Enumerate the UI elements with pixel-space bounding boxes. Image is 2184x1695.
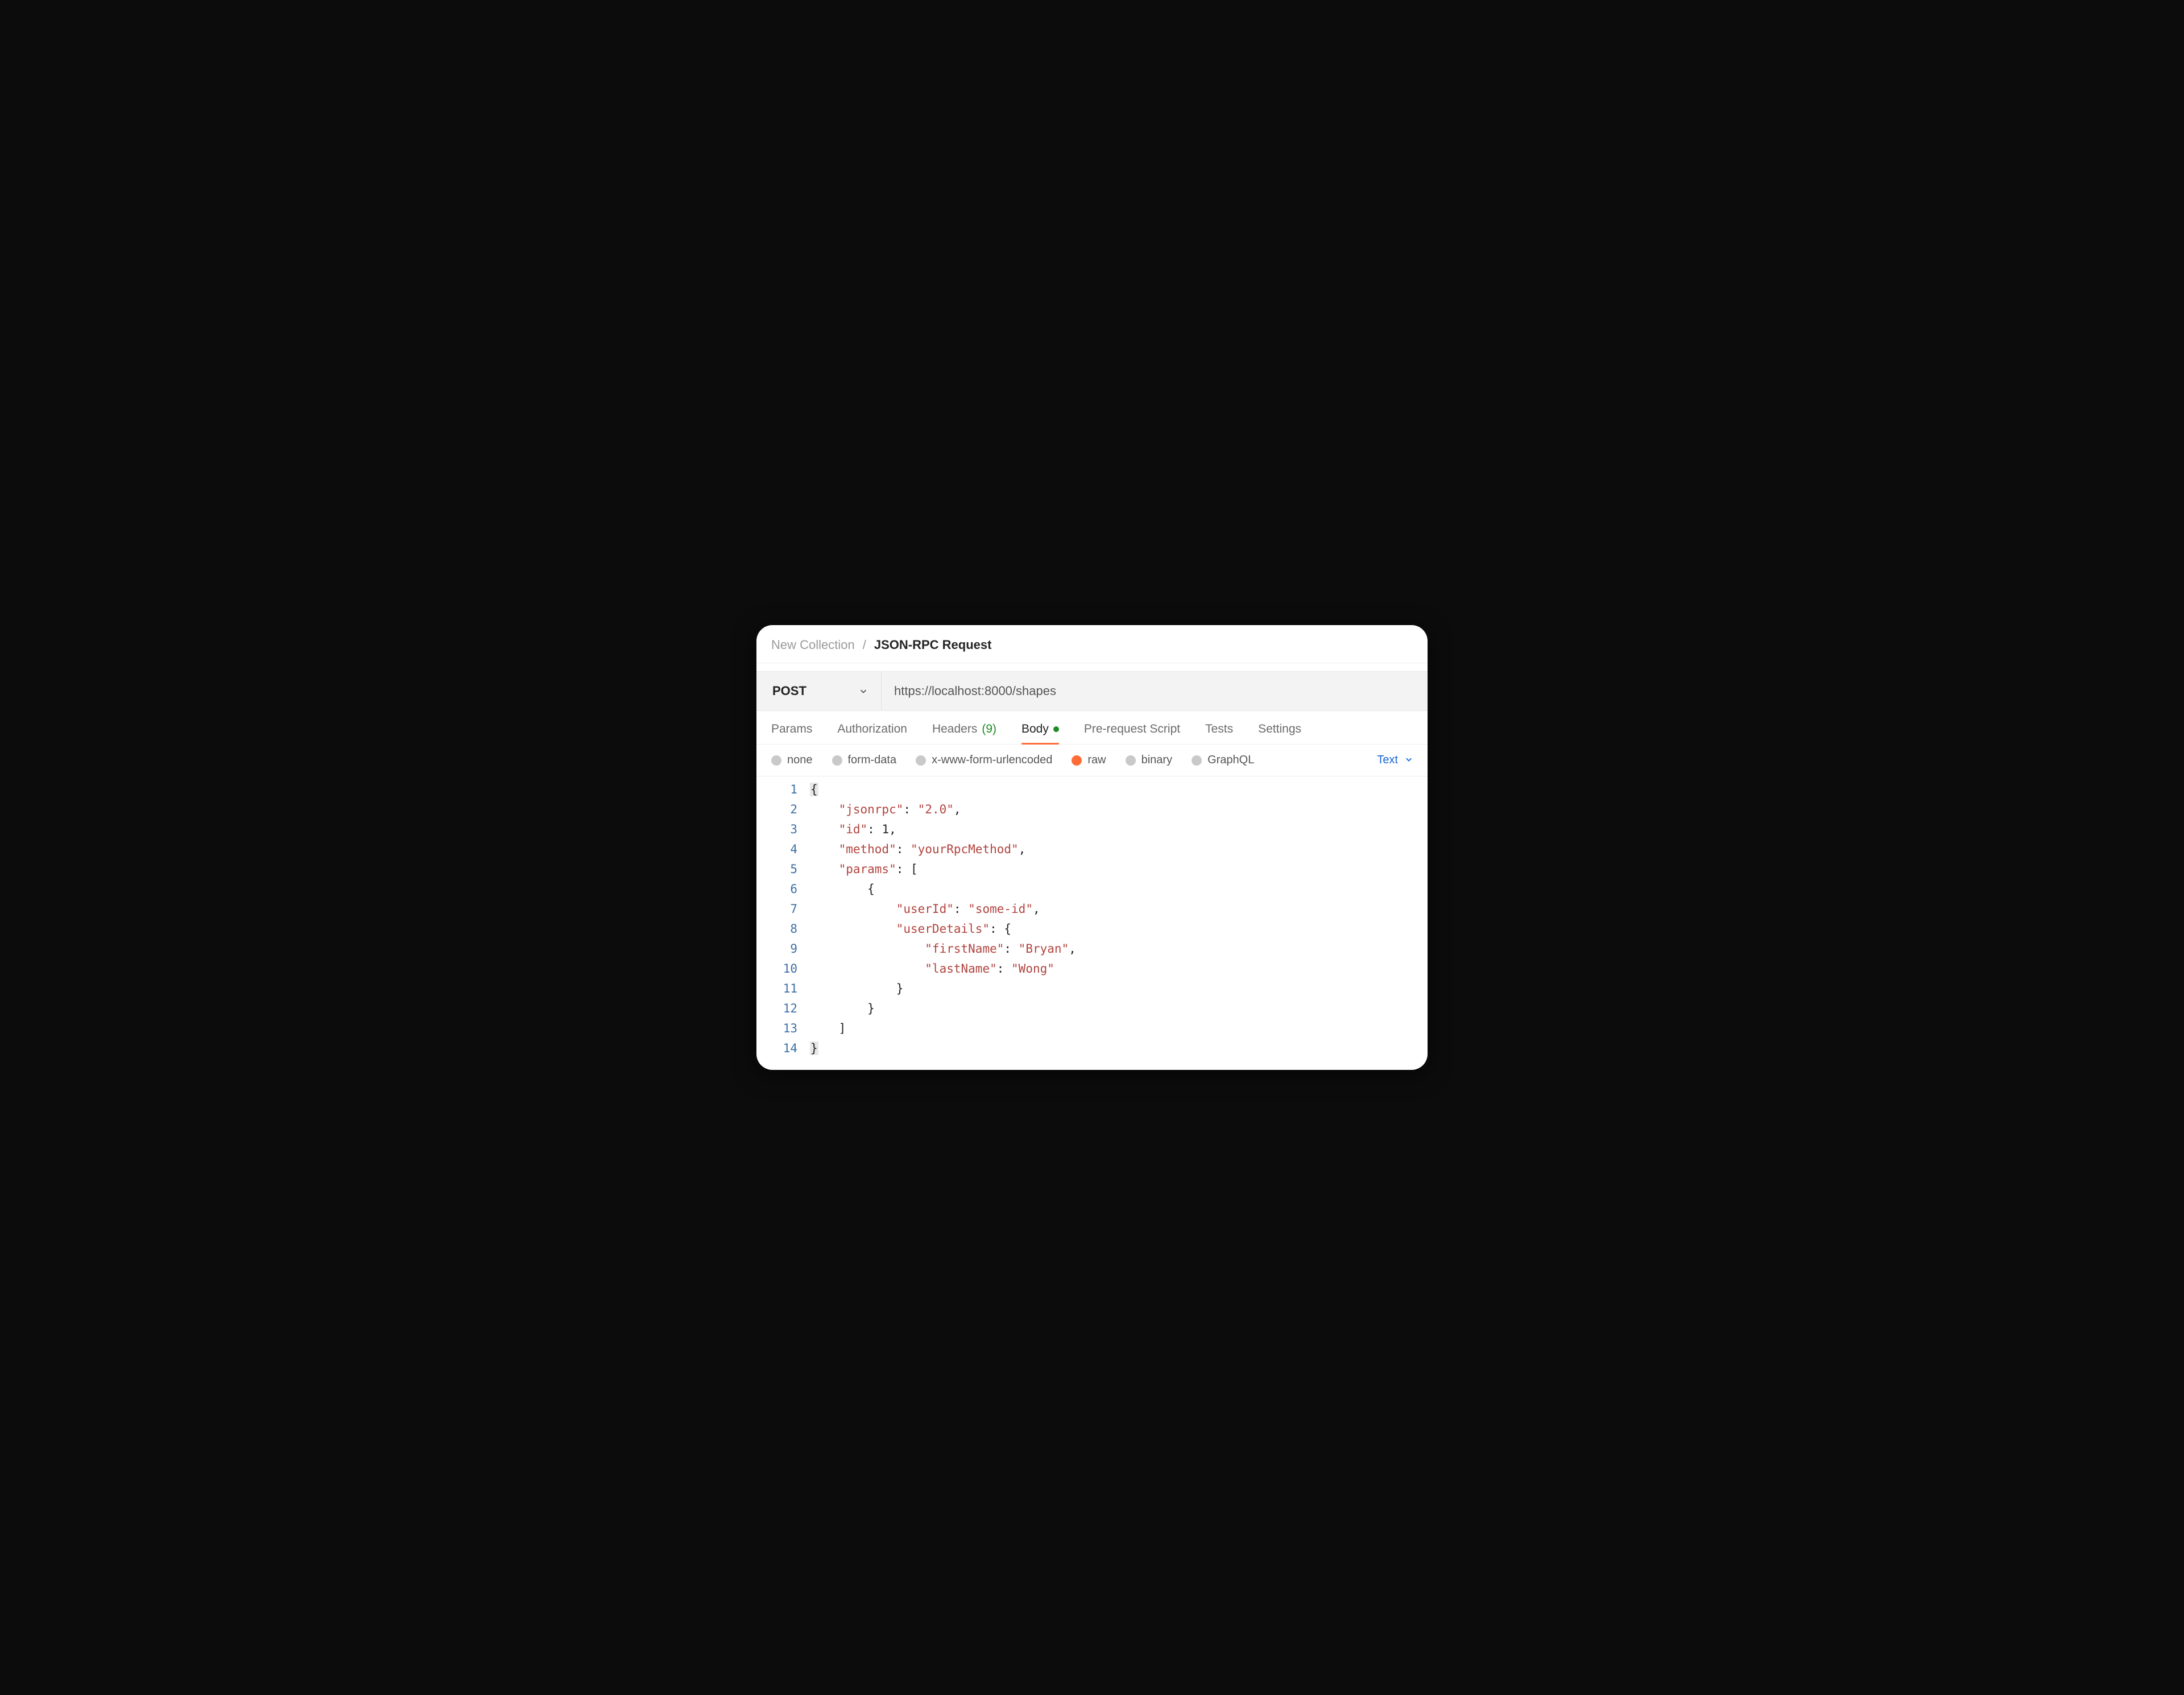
radio-icon bbox=[832, 755, 842, 766]
line-number: 5 bbox=[756, 859, 797, 879]
line-number: 6 bbox=[756, 879, 797, 899]
radio-icon bbox=[916, 755, 926, 766]
tab-tests[interactable]: Tests bbox=[1205, 722, 1233, 744]
chevron-down-icon bbox=[1405, 754, 1413, 767]
code-line[interactable]: "id": 1, bbox=[810, 820, 1428, 840]
body-type-none[interactable]: none bbox=[771, 754, 813, 767]
code-line[interactable]: { bbox=[810, 780, 1428, 800]
breadcrumb-separator: / bbox=[863, 638, 866, 652]
body-language-select[interactable]: Text bbox=[1377, 754, 1413, 767]
code-area[interactable]: { "jsonrpc": "2.0", "id": 1, "method": "… bbox=[808, 780, 1428, 1059]
line-number: 13 bbox=[756, 1019, 797, 1039]
line-number: 12 bbox=[756, 999, 797, 1019]
line-number: 10 bbox=[756, 959, 797, 979]
body-type-urlencoded[interactable]: x-www-form-urlencoded bbox=[916, 754, 1052, 767]
radio-icon bbox=[771, 755, 781, 766]
body-type-graphql[interactable]: GraphQL bbox=[1192, 754, 1254, 767]
code-line[interactable]: "params": [ bbox=[810, 859, 1428, 879]
unsaved-dot-icon bbox=[1053, 726, 1059, 732]
code-line[interactable]: { bbox=[810, 879, 1428, 899]
radio-icon bbox=[1072, 755, 1082, 766]
body-type-raw[interactable]: raw bbox=[1072, 754, 1106, 767]
chevron-down-icon bbox=[859, 684, 867, 698]
body-type-raw-label: raw bbox=[1087, 754, 1106, 767]
tab-params[interactable]: Params bbox=[771, 722, 812, 744]
line-number: 2 bbox=[756, 800, 797, 820]
body-type-urlencoded-label: x-www-form-urlencoded bbox=[932, 754, 1052, 767]
body-type-none-label: none bbox=[787, 754, 813, 767]
radio-icon bbox=[1192, 755, 1202, 766]
request-url-input[interactable] bbox=[882, 672, 1428, 710]
tab-body[interactable]: Body bbox=[1021, 722, 1059, 744]
line-number: 9 bbox=[756, 939, 797, 959]
line-number: 3 bbox=[756, 820, 797, 840]
body-type-binary-label: binary bbox=[1141, 754, 1172, 767]
code-line[interactable]: "firstName": "Bryan", bbox=[810, 939, 1428, 959]
body-type-binary[interactable]: binary bbox=[1126, 754, 1172, 767]
tab-authorization[interactable]: Authorization bbox=[837, 722, 907, 744]
tab-pre-request-script[interactable]: Pre-request Script bbox=[1084, 722, 1180, 744]
request-row: POST bbox=[756, 671, 1428, 711]
tab-headers-count: (9) bbox=[982, 722, 996, 736]
code-line[interactable]: } bbox=[810, 999, 1428, 1019]
breadcrumb: New Collection / JSON-RPC Request bbox=[756, 625, 1428, 663]
code-line[interactable]: ] bbox=[810, 1019, 1428, 1039]
breadcrumb-collection[interactable]: New Collection bbox=[771, 638, 855, 652]
request-tabs: Params Authorization Headers (9) Body Pr… bbox=[756, 711, 1428, 745]
line-number: 11 bbox=[756, 979, 797, 999]
body-type-form-data[interactable]: form-data bbox=[832, 754, 897, 767]
http-method-label: POST bbox=[772, 684, 806, 698]
line-number-gutter: 1234567891011121314 bbox=[756, 780, 808, 1059]
line-number: 8 bbox=[756, 919, 797, 939]
body-type-graphql-label: GraphQL bbox=[1207, 754, 1254, 767]
request-panel: New Collection / JSON-RPC Request POST P… bbox=[756, 625, 1428, 1070]
line-number: 1 bbox=[756, 780, 797, 800]
code-line[interactable]: "userId": "some-id", bbox=[810, 899, 1428, 919]
body-language-label: Text bbox=[1377, 754, 1398, 767]
code-line[interactable]: } bbox=[810, 979, 1428, 999]
tab-headers[interactable]: Headers (9) bbox=[932, 722, 996, 744]
body-type-row: none form-data x-www-form-urlencoded raw… bbox=[756, 745, 1428, 776]
radio-icon bbox=[1126, 755, 1136, 766]
body-type-form-data-label: form-data bbox=[848, 754, 897, 767]
tab-headers-label: Headers bbox=[932, 722, 977, 736]
code-line[interactable]: "method": "yourRpcMethod", bbox=[810, 840, 1428, 859]
http-method-select[interactable]: POST bbox=[756, 672, 882, 710]
tab-body-label: Body bbox=[1021, 722, 1049, 736]
body-editor[interactable]: 1234567891011121314 { "jsonrpc": "2.0", … bbox=[756, 776, 1428, 1070]
code-line[interactable]: } bbox=[810, 1039, 1428, 1059]
line-number: 4 bbox=[756, 840, 797, 859]
tab-settings[interactable]: Settings bbox=[1258, 722, 1301, 744]
code-line[interactable]: "lastName": "Wong" bbox=[810, 959, 1428, 979]
code-line[interactable]: "userDetails": { bbox=[810, 919, 1428, 939]
line-number: 14 bbox=[756, 1039, 797, 1059]
breadcrumb-request[interactable]: JSON-RPC Request bbox=[874, 638, 992, 652]
code-line[interactable]: "jsonrpc": "2.0", bbox=[810, 800, 1428, 820]
line-number: 7 bbox=[756, 899, 797, 919]
